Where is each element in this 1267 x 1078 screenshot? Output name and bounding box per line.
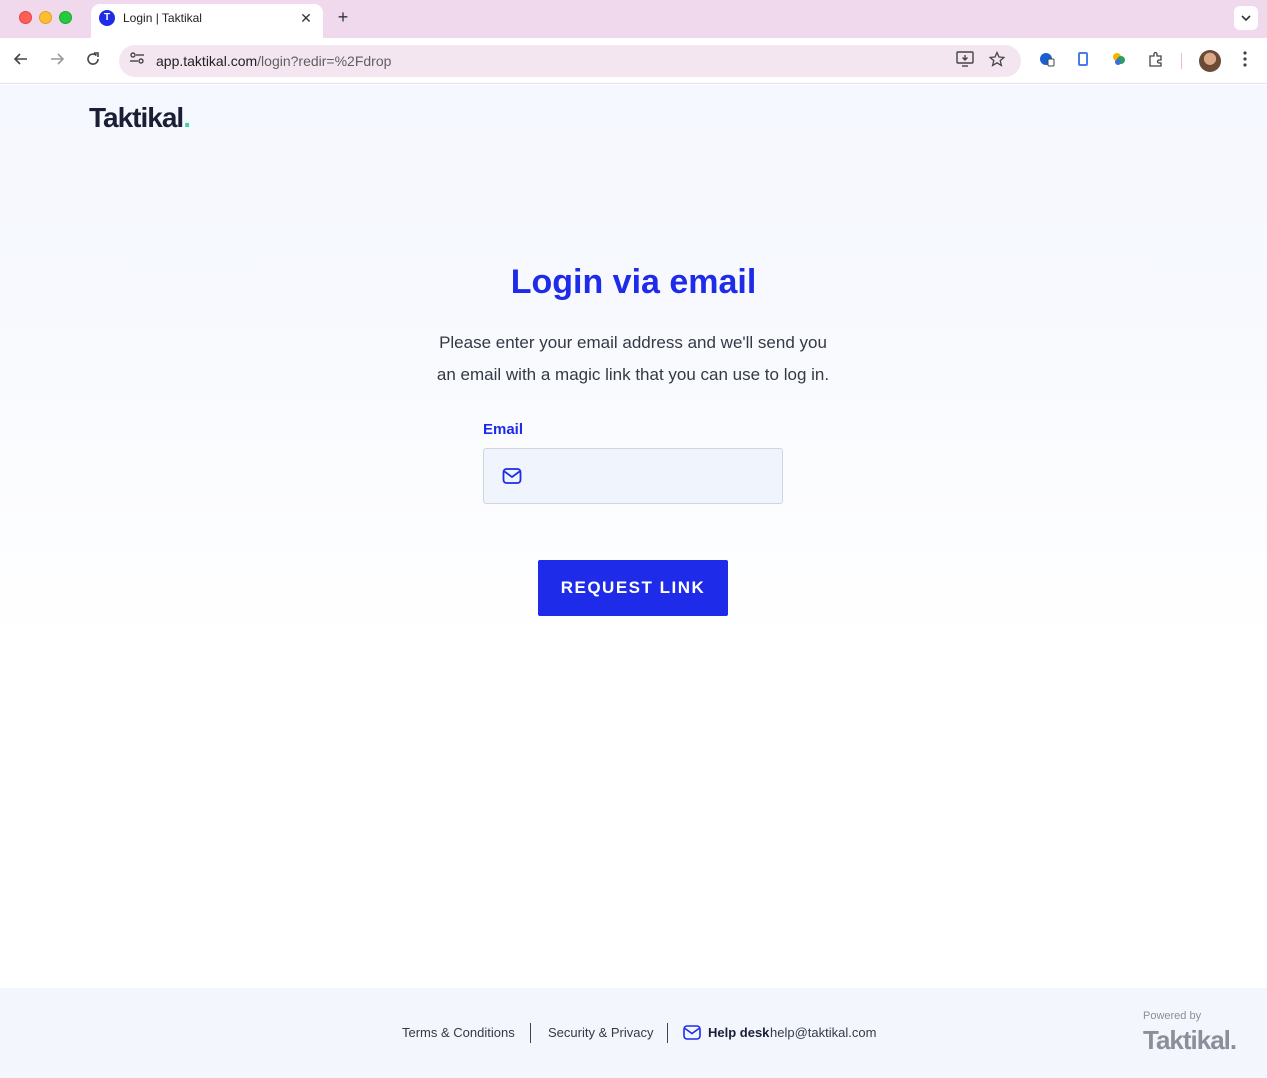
back-icon[interactable] [11, 51, 31, 71]
email-label: Email [483, 421, 524, 438]
page-title: Login via email [510, 263, 757, 301]
address-bar[interactable]: app.taktikal.com/login?redir=%2Fdrop [119, 45, 1021, 77]
footer-divider [530, 1023, 531, 1043]
powered-by-label: Powered by [1143, 1010, 1202, 1022]
tab-title: Login | Taktikal [123, 11, 202, 25]
taktikal-logo[interactable]: Taktikal. [89, 102, 191, 134]
more-menu-icon[interactable] [1236, 51, 1254, 71]
request-link-button[interactable]: REQUEST LINK [538, 560, 728, 616]
logo-text: Taktikal [89, 102, 184, 133]
extensions-puzzle-icon[interactable] [1146, 51, 1166, 71]
login-description: Please enter your email address and we'l… [413, 327, 853, 391]
powered-logo-text: Taktikal [1143, 1025, 1231, 1055]
install-app-icon[interactable] [955, 51, 975, 71]
terms-link[interactable]: Terms & Conditions [402, 1025, 515, 1040]
help-desk-email-link[interactable]: help@taktikal.com [770, 1025, 876, 1040]
help-desk-label: Help desk [708, 1025, 770, 1040]
bookmark-star-icon[interactable] [987, 50, 1007, 71]
email-field[interactable] [483, 448, 783, 504]
page-footer: Terms & Conditions Security & Privacy He… [0, 988, 1267, 1078]
extension-icon[interactable] [1073, 51, 1093, 71]
toolbar-divider [1181, 53, 1182, 69]
forward-icon[interactable] [47, 51, 67, 71]
browser-tab-active[interactable]: T Login | Taktikal ✕ [91, 4, 323, 38]
reload-icon[interactable] [83, 51, 103, 71]
mail-icon [683, 1025, 701, 1040]
security-privacy-link[interactable]: Security & Privacy [548, 1025, 653, 1040]
browser-toolbar: app.taktikal.com/login?redir=%2Fdrop [0, 38, 1267, 84]
url-host: app.taktikal.com [156, 53, 258, 69]
footer-divider [667, 1023, 668, 1043]
maximize-window-button[interactable] [59, 11, 72, 24]
url-path: /login?redir=%2Fdrop [257, 53, 392, 69]
powered-by-logo[interactable]: Taktikal. [1143, 1025, 1237, 1056]
login-page: Taktikal. Login via email Please enter y… [0, 85, 1267, 1078]
email-input[interactable] [532, 449, 777, 503]
tab-search-icon[interactable] [1234, 6, 1258, 30]
close-window-button[interactable] [19, 11, 32, 24]
description-line: Please enter your email address and we'l… [439, 333, 827, 352]
profile-avatar[interactable] [1199, 50, 1221, 72]
extension-icon[interactable] [1037, 51, 1057, 71]
minimize-window-button[interactable] [39, 11, 52, 24]
extension-icon[interactable] [1109, 51, 1129, 71]
mail-icon [502, 468, 522, 484]
url-text[interactable]: app.taktikal.com/login?redir=%2Fdrop [156, 53, 391, 69]
close-tab-icon[interactable]: ✕ [297, 9, 315, 27]
logo-dot: . [183, 102, 191, 133]
powered-logo-dot: . [1229, 1025, 1237, 1055]
new-tab-button[interactable]: + [334, 8, 352, 26]
taktikal-favicon-icon: T [99, 10, 115, 26]
site-info-icon[interactable] [127, 51, 147, 71]
description-line: an email with a magic link that you can … [436, 365, 830, 384]
browser-tabstrip: T Login | Taktikal ✕ + [0, 0, 1267, 38]
